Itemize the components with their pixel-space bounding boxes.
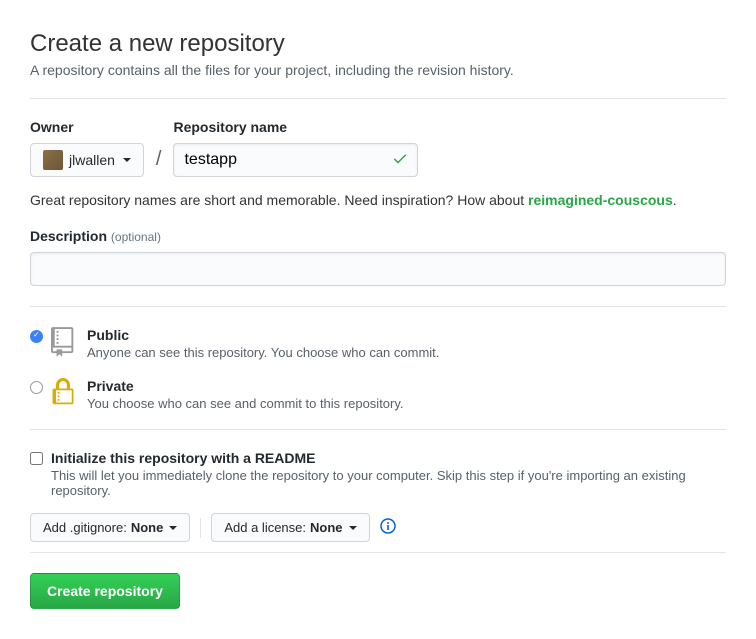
chevron-down-icon	[349, 526, 357, 530]
chevron-down-icon	[123, 158, 131, 162]
lock-icon	[51, 378, 79, 409]
divider	[30, 306, 726, 307]
divider	[30, 429, 726, 430]
repo-name-label: Repository name	[173, 119, 418, 135]
repo-name-input[interactable]	[173, 143, 418, 177]
public-radio[interactable]	[30, 330, 43, 343]
description-input[interactable]	[30, 252, 726, 286]
private-subtitle: You choose who can see and commit to thi…	[87, 396, 404, 411]
page-subtitle: A repository contains all the files for …	[30, 62, 726, 78]
create-repository-button[interactable]: Create repository	[30, 573, 180, 609]
owner-name: jlwallen	[69, 152, 115, 168]
suggestion-text: Great repository names are short and mem…	[30, 192, 726, 208]
public-title: Public	[87, 327, 439, 343]
description-label: Description (optional)	[30, 228, 161, 244]
private-radio[interactable]	[30, 381, 43, 394]
page-title: Create a new repository	[30, 30, 726, 58]
divider	[30, 552, 726, 553]
optional-text: (optional)	[111, 230, 161, 244]
public-subtitle: Anyone can see this repository. You choo…	[87, 345, 439, 360]
separator	[200, 518, 201, 538]
info-icon[interactable]	[380, 518, 396, 537]
readme-checkbox[interactable]	[30, 452, 43, 465]
slash-separator: /	[156, 148, 162, 171]
private-title: Private	[87, 378, 404, 394]
repo-icon	[51, 327, 79, 360]
owner-label: Owner	[30, 119, 144, 135]
avatar	[43, 150, 63, 170]
license-dropdown[interactable]: Add a license: None	[211, 513, 369, 542]
check-icon	[392, 151, 408, 170]
suggestion-link[interactable]: reimagined-couscous	[528, 192, 673, 208]
readme-subtitle: This will let you immediately clone the …	[51, 468, 726, 498]
readme-title: Initialize this repository with a README	[51, 450, 726, 466]
divider	[30, 98, 726, 99]
gitignore-dropdown[interactable]: Add .gitignore: None	[30, 513, 190, 542]
owner-select[interactable]: jlwallen	[30, 143, 144, 177]
chevron-down-icon	[169, 526, 177, 530]
